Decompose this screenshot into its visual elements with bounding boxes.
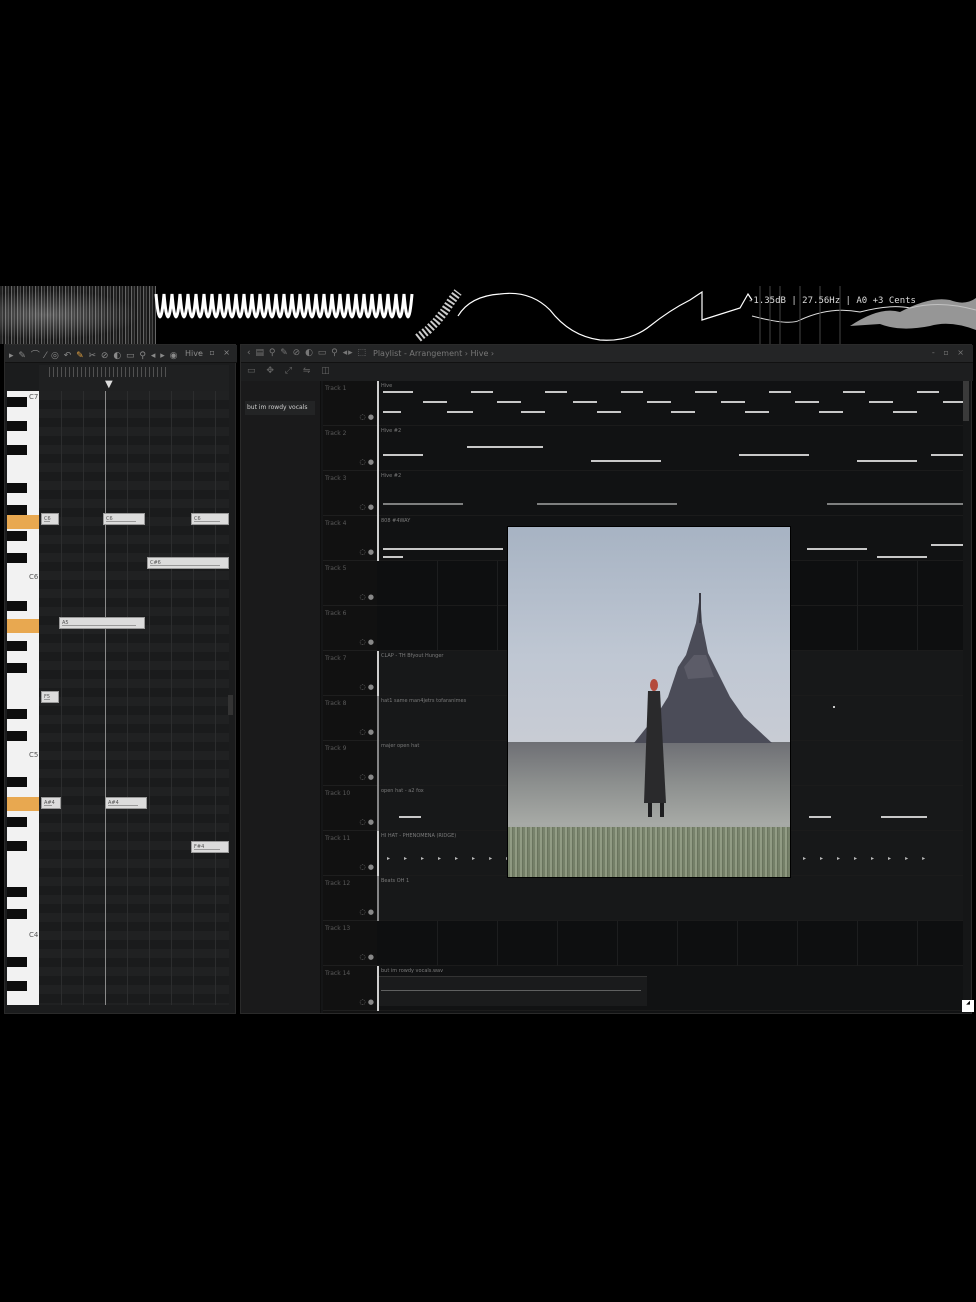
track-lane[interactable]: Hive #2 xyxy=(377,426,963,471)
note[interactable]: A#4 xyxy=(105,797,147,809)
black-key[interactable] xyxy=(7,909,27,919)
playlist-title: Playlist - Arrangement › Hive › xyxy=(373,349,495,358)
note[interactable]: A#4 xyxy=(41,797,61,809)
black-key[interactable] xyxy=(7,641,27,651)
track-headers: Track 1 ◌ ● Track 2 ◌ ● Track 3 ◌ ● Track 4… xyxy=(323,381,377,1013)
note[interactable]: C6 xyxy=(103,513,145,525)
track-header[interactable]: Track 12 ◌ ● xyxy=(323,876,377,921)
note[interactable]: C6 xyxy=(41,513,59,525)
track-lane[interactable] xyxy=(377,921,963,966)
window-controls[interactable]: - ▫ × xyxy=(198,348,233,357)
window-controls[interactable]: - ▫ × xyxy=(932,348,967,357)
playlist-tools[interactable]: ‹ ▤ ⚲ ✎ ⊘ ◐ ▭ ⚲ ◂▸ ⬚ xyxy=(247,348,367,358)
track-header[interactable]: Track 3 ◌ ● xyxy=(323,471,377,516)
black-key[interactable] xyxy=(7,731,27,741)
key-highlight xyxy=(7,797,39,811)
octave-label: C6 xyxy=(29,573,39,581)
audio-visualizer: -1.35dB | 27.56Hz | A0 +3 Cents xyxy=(0,286,976,344)
waveform-display xyxy=(154,286,976,344)
note-grid[interactable]: C6 C6 C6 C#6 A5 F5 A#4 A#4 F#4 xyxy=(39,391,229,1005)
picker-item[interactable]: but im rowdy vocals xyxy=(245,401,315,415)
playhead-marker-icon[interactable]: ▼ xyxy=(105,379,113,390)
black-key[interactable] xyxy=(7,817,27,827)
track-header[interactable]: Track 13 ◌ ● xyxy=(323,921,377,966)
key-highlight xyxy=(7,619,39,633)
track-header[interactable]: Track 4 ◌ ● xyxy=(323,516,377,561)
playback-cursor xyxy=(105,391,106,1005)
track-header[interactable]: Track 11 ◌ ● xyxy=(323,831,377,876)
black-key[interactable] xyxy=(7,663,27,673)
octave-label: C4 xyxy=(29,931,39,939)
piano-roll-tools[interactable]: ▸ ✎ ⌒ ⁄ ◎ ↶ ✎ ✂ ⊘ ◐ ▭ ⚲ ◂ ▸ ◉ xyxy=(9,348,178,361)
piano-roll-ruler[interactable]: ▼ xyxy=(39,365,229,391)
track-lane[interactable]: but im rowdy vocals.wav xyxy=(377,966,963,1011)
track-header[interactable]: Track 1 ◌ ● xyxy=(323,381,377,426)
video-overlay xyxy=(507,526,791,878)
piano-keyboard[interactable]: C7 C6 C5 C4 xyxy=(7,391,39,1005)
track-lane[interactable]: Beats OH 1 xyxy=(377,876,963,921)
track-header[interactable]: Track 8 ◌ ● xyxy=(323,696,377,741)
black-key[interactable] xyxy=(7,841,27,851)
black-key[interactable] xyxy=(7,505,27,515)
track-lane[interactable]: Hive xyxy=(377,381,963,426)
track-lane[interactable]: Hive #2 xyxy=(377,471,963,516)
note[interactable]: F5 xyxy=(41,691,59,703)
black-key[interactable] xyxy=(7,397,27,407)
black-key[interactable] xyxy=(7,981,27,991)
note[interactable]: C6 xyxy=(191,513,229,525)
playlist-toolbar: ‹ ▤ ⚲ ✎ ⊘ ◐ ▭ ⚲ ◂▸ ⬚ Playlist - Arrangem… xyxy=(241,345,973,363)
black-key[interactable] xyxy=(7,777,27,787)
track-header[interactable]: Track 7 ◌ ● xyxy=(323,651,377,696)
key-highlight xyxy=(7,515,39,529)
black-key[interactable] xyxy=(7,531,27,541)
black-key[interactable] xyxy=(7,421,27,431)
octave-label: C5 xyxy=(29,751,39,759)
piano-roll-window: ▸ ✎ ⌒ ⁄ ◎ ↶ ✎ ✂ ⊘ ◐ ▭ ⚲ ◂ ▸ ◉ Hive - ▫ ×… xyxy=(4,344,237,1014)
snap-controls[interactable]: ▭ ✥ ⤢ ⇋ ◫ xyxy=(247,366,334,376)
track-header[interactable]: Track 10 ◌ ● xyxy=(323,786,377,831)
track-header[interactable]: Track 6 ◌ ● xyxy=(323,606,377,651)
black-key[interactable] xyxy=(7,957,27,967)
track-header[interactable]: Track 9 ◌ ● xyxy=(323,741,377,786)
playlist-subbar: ▭ ✥ ⤢ ⇋ ◫ xyxy=(241,363,973,381)
track-header[interactable]: Track 14 ◌ ● xyxy=(323,966,377,1011)
track-header[interactable]: Track 5 ◌ ● xyxy=(323,561,377,606)
black-key[interactable] xyxy=(7,483,27,493)
black-key[interactable] xyxy=(7,553,27,563)
mont-saint-michel-image xyxy=(634,593,772,817)
octave-label: C7 xyxy=(29,393,39,401)
note[interactable]: F#4 xyxy=(191,841,229,853)
vertical-scrollbar[interactable] xyxy=(228,695,233,715)
black-key[interactable] xyxy=(7,709,27,719)
black-key[interactable] xyxy=(7,445,27,455)
note[interactable]: C#6 xyxy=(147,557,229,569)
pattern-picker: but im rowdy vocals xyxy=(241,381,321,1013)
note[interactable]: A5 xyxy=(59,617,145,629)
vertical-scrollbar[interactable] xyxy=(963,381,969,421)
track-header[interactable]: Track 2 ◌ ● xyxy=(323,426,377,471)
pitch-readout: -1.35dB | 27.56Hz | A0 +3 Cents xyxy=(748,296,916,306)
black-key[interactable] xyxy=(7,601,27,611)
resize-corner-icon[interactable]: ◢ xyxy=(962,1000,974,1012)
piano-roll-toolbar: ▸ ✎ ⌒ ⁄ ◎ ↶ ✎ ✂ ⊘ ◐ ▭ ⚲ ◂ ▸ ◉ Hive - ▫ × xyxy=(5,345,237,363)
black-key[interactable] xyxy=(7,887,27,897)
